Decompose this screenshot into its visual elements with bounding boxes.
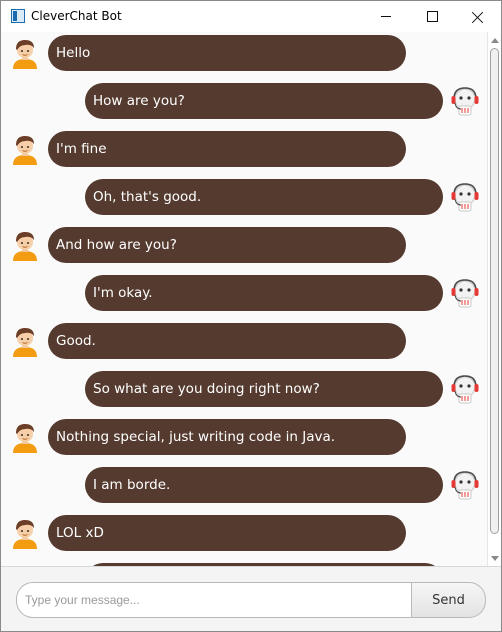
robot-avatar-icon [449,277,481,309]
bot-message: So what are you doing right now? [1,371,487,407]
message-bubble: I am borde. [85,467,443,503]
chat-scrollbar[interactable] [487,32,501,566]
message-bubble: Good. [48,323,406,359]
user-message: Nothing special, just writing code in Ja… [1,419,487,455]
app-icon [11,9,25,23]
bot-message: I'm okay. [1,275,487,311]
app-window: CleverChat Bot Hello How are you? I'm fine… [0,0,502,632]
message-bubble: I'm okay. [85,275,443,311]
bot-message: Oh, that's good. [1,179,487,215]
user-avatar-icon [9,325,41,357]
window-title: CleverChat Bot [31,9,122,23]
scroll-up-arrow-icon[interactable] [491,38,499,43]
bot-message: How are you? [1,83,487,119]
message-bubble: So what are you doing right now? [85,371,443,407]
user-message: I'm fine [1,131,487,167]
composer-bar: Send [1,566,501,631]
message-bubble: How are you? [85,83,443,119]
chat-transcript[interactable]: Hello How are you? I'm fine Oh, that's good… [1,32,487,566]
scroll-down-arrow-icon[interactable] [491,556,499,561]
scroll-thumb[interactable] [490,48,499,534]
user-message: Good. [1,323,487,359]
message-bubble: Nothing special, just writing code in Ja… [48,419,406,455]
robot-avatar-icon [449,85,481,117]
minimize-button[interactable] [363,1,409,32]
robot-avatar-icon [449,373,481,405]
user-avatar-icon [9,421,41,453]
send-button[interactable]: Send [411,582,486,618]
user-message: And how are you? [1,227,487,263]
close-button[interactable] [455,1,501,32]
user-message: Hello [1,35,487,71]
robot-avatar-icon [449,469,481,501]
user-message: LOL xD [1,515,487,551]
user-avatar-icon [9,133,41,165]
robot-avatar-icon [449,181,481,213]
message-input[interactable] [16,582,412,618]
maximize-button[interactable] [409,1,455,32]
message-bubble: Oh, that's good. [85,179,443,215]
message-bubble: LOL xD [48,515,406,551]
title-bar[interactable]: CleverChat Bot [1,1,501,32]
message-bubble: Hello [48,35,406,71]
user-avatar-icon [9,37,41,69]
bot-message: I am borde. [1,467,487,503]
user-avatar-icon [9,229,41,261]
message-bubble: And how are you? [48,227,406,263]
message-bubble: I'm fine [48,131,406,167]
user-avatar-icon [9,517,41,549]
close-icon [472,11,484,23]
